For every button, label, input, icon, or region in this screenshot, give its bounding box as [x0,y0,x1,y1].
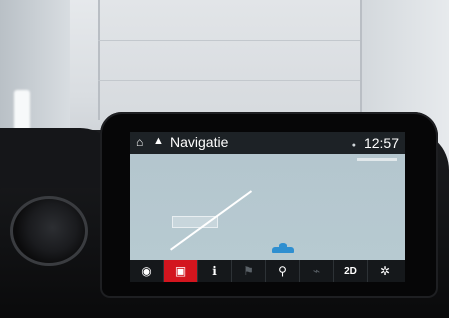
route-button[interactable]: ⚑ [232,260,266,282]
info-button[interactable]: ℹ [198,260,232,282]
traffic-button[interactable]: ⌁ [300,260,334,282]
infotainment-screen: ⌂ ▲ Navigatie ● 12:57 ◉ ▣ ℹ ⚑ ⚲ ⌁ 2D ✲ [130,132,405,282]
traffic-icon: ⌁ [312,264,321,278]
map-view-button[interactable]: ▣ [164,260,198,282]
settings-button[interactable]: ✲ [368,260,402,282]
garage-door [98,0,362,120]
navigation-toolbar: ◉ ▣ ℹ ⚑ ⚲ ⌁ 2D ✲ [130,260,405,282]
garage-door-seam [98,80,360,81]
clock: 12:57 [363,135,399,151]
view-mode-label: 2D [344,265,357,277]
route-icon: ⚑ [243,264,254,278]
signal-icon: ● [351,142,356,149]
vehicle-position-icon [272,243,294,253]
compass-icon: ◉ [141,264,152,278]
status-bar: ⌂ ▲ Navigatie ● 12:57 [130,132,405,154]
map-scale-indicator [357,158,397,161]
home-icon[interactable]: ⌂ [136,135,143,149]
settings-icon: ✲ [379,264,391,278]
info-icon: ℹ [212,264,217,278]
location-button[interactable]: ⚲ [266,260,300,282]
navigation-map[interactable] [130,154,405,260]
car-interior-photo: ⌂ ▲ Navigatie ● 12:57 ◉ ▣ ℹ ⚑ ⚲ ⌁ 2D ✲ [0,0,449,318]
location-pin-icon: ⚲ [278,264,287,278]
compass-button[interactable]: ◉ [130,260,164,282]
navigation-icon: ▲ [153,135,164,147]
air-vent [10,196,88,266]
page-title: Navigatie [170,134,229,150]
garage-door-seam [98,40,360,41]
view-mode-button[interactable]: 2D [334,260,368,282]
map-view-icon: ▣ [174,264,187,278]
